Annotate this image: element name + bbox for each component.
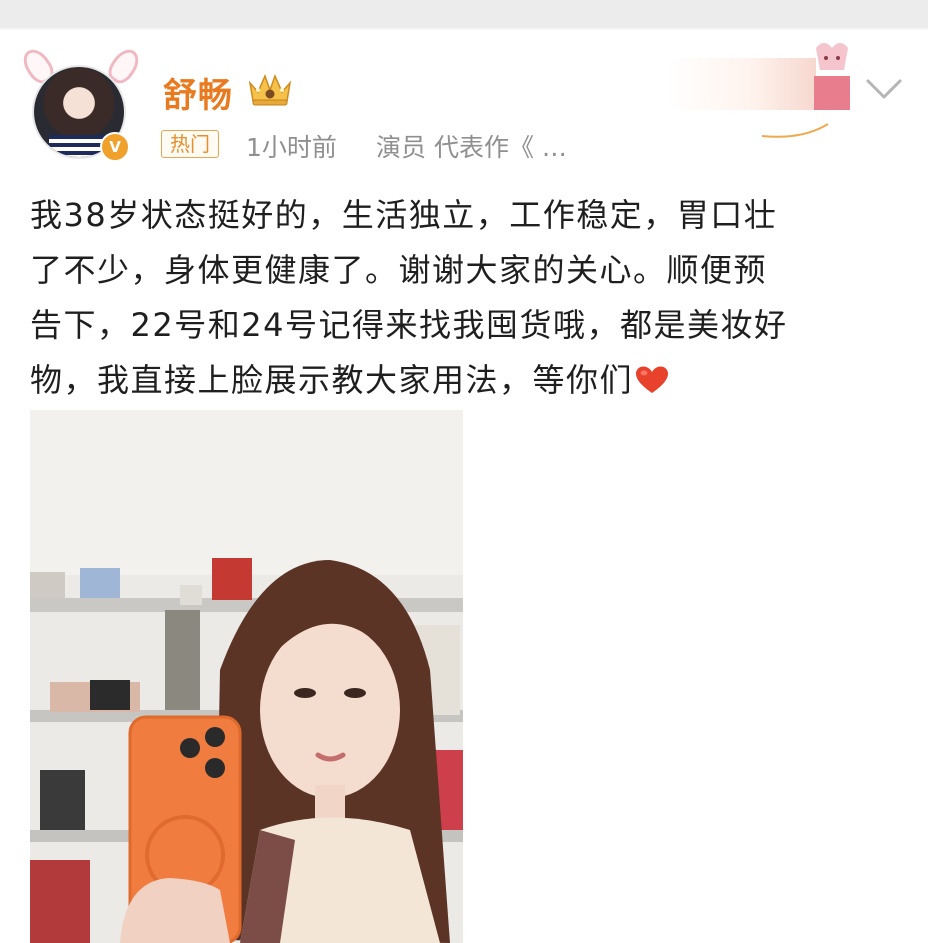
top-strip xyxy=(0,0,928,28)
verified-v-icon: V xyxy=(100,132,130,162)
post-text-line: 物，我直接上脸展示教大家用法，等你们 xyxy=(30,361,634,399)
avatar[interactable]: V xyxy=(17,40,145,165)
post-text-line: 我38岁状态挺好的，生活独立，工作稳定，胃口壮 xyxy=(30,196,778,234)
post-text-line: 告下，22号和24号记得来找我囤货哦，都是美妆好 xyxy=(30,306,788,344)
author-description: 演员 代表作《 … xyxy=(376,133,567,162)
crown-icon xyxy=(248,73,292,106)
top-strip-edge xyxy=(0,28,928,30)
chevron-down-icon[interactable] xyxy=(864,75,904,103)
hot-tag-badge: 热门 xyxy=(161,130,219,158)
heart-emoji-icon xyxy=(636,366,669,393)
selfie-photo xyxy=(30,410,463,943)
card-decoration-icon xyxy=(666,43,850,138)
post-text-line-last: 物，我直接上脸展示教大家用法，等你们 xyxy=(30,353,910,408)
username-link[interactable]: 舒畅 xyxy=(163,68,233,117)
post-text-line: 了不少，身体更健康了。谢谢大家的关心。顺便预 xyxy=(30,251,768,289)
post-time: 1小时前 xyxy=(246,133,337,162)
post-photo[interactable] xyxy=(30,410,463,943)
post-text: 我38岁状态挺好的，生活独立，工作稳定，胃口壮 了不少，身体更健康了。谢谢大家的… xyxy=(30,188,910,408)
